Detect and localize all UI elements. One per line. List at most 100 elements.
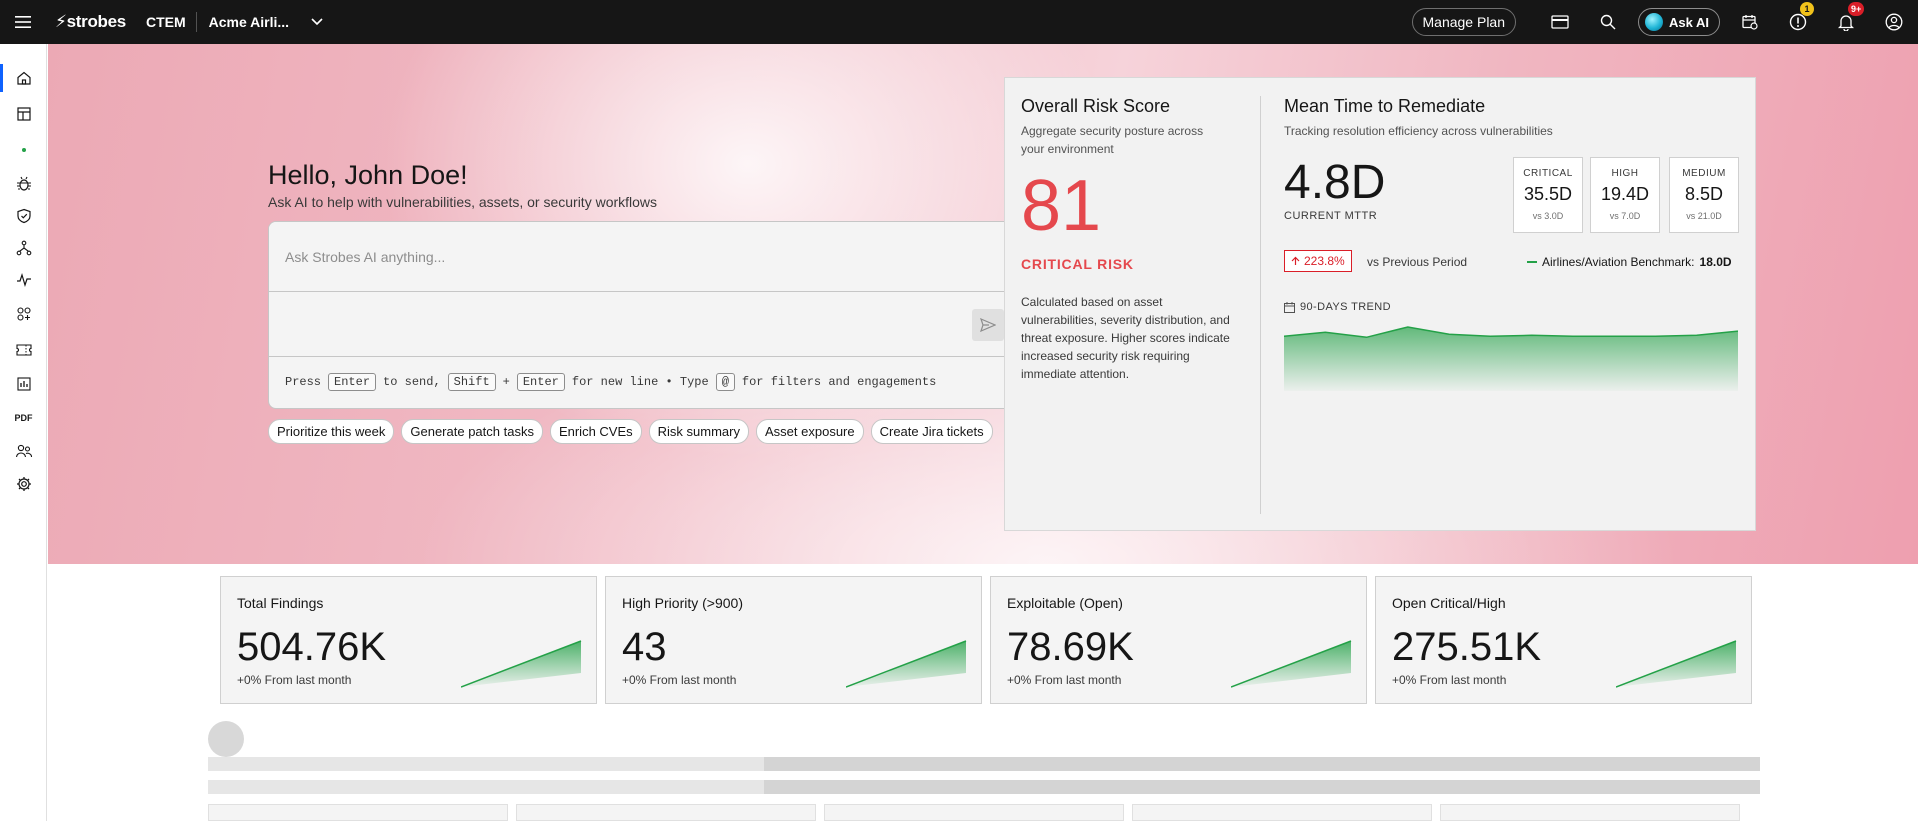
severity-card-critical: CRITICAL 35.5D vs 3.0D bbox=[1513, 157, 1583, 233]
mttr-title: Mean Time to Remediate bbox=[1284, 96, 1486, 116]
ai-orb-icon bbox=[1645, 13, 1664, 31]
ask-ai-button[interactable]: Ask AI bbox=[1638, 8, 1720, 36]
severity-compare: vs 7.0D bbox=[1609, 211, 1641, 221]
skeleton-card bbox=[1132, 804, 1432, 821]
skeleton-card bbox=[208, 804, 508, 821]
benchmark: Airlines/Aviation Benchmark: 18.0D bbox=[1527, 255, 1732, 269]
ticket-icon bbox=[15, 344, 32, 356]
calendar-settings-icon[interactable] bbox=[1726, 0, 1774, 44]
suggestion-chip[interactable]: Enrich CVEs bbox=[549, 419, 642, 444]
alert-badge: 1 bbox=[1800, 2, 1814, 16]
sidebar-item-integrations[interactable] bbox=[0, 300, 47, 328]
sidebar-item-home[interactable] bbox=[0, 64, 47, 92]
send-button[interactable] bbox=[972, 309, 1004, 341]
sidebar-item-assets[interactable] bbox=[0, 234, 47, 262]
greeting-title: Hello, John Doe! bbox=[268, 160, 468, 190]
stat-delta: +0% From last month bbox=[1392, 673, 1507, 687]
activity-icon bbox=[16, 273, 31, 287]
hint-text: + bbox=[502, 375, 510, 389]
product-name[interactable]: CTEM bbox=[146, 14, 186, 30]
trend-line bbox=[1284, 326, 1738, 339]
suggestion-chip[interactable]: Risk summary bbox=[648, 419, 749, 444]
risk-score-title: Overall Risk Score bbox=[1021, 96, 1171, 116]
stat-card-exploitable[interactable]: Exploitable (Open) 78.69K +0% From last … bbox=[990, 576, 1367, 704]
user-avatar-icon[interactable] bbox=[1870, 0, 1918, 44]
billing-card-icon[interactable] bbox=[1536, 0, 1584, 44]
sidebar-item-activity[interactable] bbox=[0, 266, 47, 294]
kbd-at: @ bbox=[715, 373, 735, 391]
stat-value: 43 bbox=[622, 625, 667, 669]
sidebar-item-dashboard[interactable] bbox=[0, 100, 47, 128]
users-icon bbox=[15, 444, 32, 458]
manage-plan-button[interactable]: Manage Plan bbox=[1411, 8, 1517, 36]
mttr-label: CURRENT MTTR bbox=[1284, 210, 1378, 222]
stat-title: High Priority (>900) bbox=[622, 595, 743, 611]
kbd-enter: Enter bbox=[328, 373, 377, 391]
prompt-input-area[interactable] bbox=[269, 292, 1020, 357]
header-actions: Manage Plan Ask AI 1 9+ bbox=[1411, 0, 1918, 44]
chevron-down-icon[interactable] bbox=[311, 18, 323, 26]
brand-logo[interactable]: ⚡strobes bbox=[55, 12, 126, 32]
sidebar-item-pdf[interactable]: PDF bbox=[0, 404, 47, 432]
suggestion-chip[interactable]: Prioritize this week bbox=[268, 419, 395, 444]
sidebar-item-reports[interactable] bbox=[0, 370, 47, 398]
sidebar: PDF bbox=[0, 44, 47, 821]
report-icon bbox=[16, 377, 31, 391]
panel-divider bbox=[1260, 96, 1261, 514]
risk-level: CRITICAL RISK bbox=[1021, 256, 1134, 272]
search-icon[interactable] bbox=[1584, 0, 1632, 44]
skeleton-bar bbox=[208, 757, 764, 771]
alert-icon[interactable]: 1 bbox=[1774, 0, 1822, 44]
sidebar-item-vulnerabilities[interactable] bbox=[0, 170, 47, 198]
greeting-subtitle: Ask AI to help with vulnerabilities, ass… bbox=[268, 194, 658, 210]
dashboard-icon bbox=[16, 107, 31, 121]
mttr-trend-chart bbox=[1284, 326, 1738, 391]
sidebar-item-compliance[interactable] bbox=[0, 202, 47, 230]
sidebar-item-settings[interactable] bbox=[0, 470, 47, 498]
suggestion-chip[interactable]: Asset exposure bbox=[756, 419, 864, 444]
suggestion-chip[interactable]: Generate patch tasks bbox=[401, 419, 543, 444]
stat-title: Exploitable (Open) bbox=[1007, 595, 1123, 611]
skeleton-bar bbox=[764, 757, 1760, 771]
sidebar-item-status[interactable] bbox=[0, 136, 47, 164]
kbd-enter: Enter bbox=[516, 373, 565, 391]
ai-prompt-input[interactable] bbox=[269, 222, 1020, 292]
severity-compare: vs 3.0D bbox=[1532, 211, 1564, 221]
ask-ai-label: Ask AI bbox=[1669, 14, 1709, 30]
home-icon bbox=[16, 71, 31, 85]
severity-name: CRITICAL bbox=[1523, 168, 1573, 179]
notification-badge: 9+ bbox=[1848, 2, 1865, 16]
shield-check-icon bbox=[16, 208, 31, 224]
benchmark-legend-line bbox=[1527, 261, 1537, 263]
stat-sparkline bbox=[1231, 640, 1352, 688]
mttr-delta-badge: 223.8% bbox=[1284, 250, 1352, 272]
stat-card-high-priority[interactable]: High Priority (>900) 43 +0% From last mo… bbox=[605, 576, 982, 704]
trend-label: 90-DAYS TREND bbox=[1284, 301, 1391, 313]
org-selector-label[interactable]: Acme Airli... bbox=[209, 14, 289, 30]
sidebar-item-tickets[interactable] bbox=[0, 336, 47, 364]
risk-description: Calculated based on asset vulnerabilitie… bbox=[1021, 295, 1230, 381]
stat-value: 78.69K bbox=[1007, 625, 1134, 669]
trend-label-text: 90-DAYS TREND bbox=[1300, 301, 1391, 313]
ai-prompt-box: Press Enter to send, Shift + Enter for n… bbox=[268, 221, 1021, 409]
suggestion-chip[interactable]: Create Jira tickets bbox=[870, 419, 993, 444]
sidebar-item-users[interactable] bbox=[0, 437, 47, 465]
risk-score-subtitle: Aggregate security posture across your e… bbox=[1021, 122, 1203, 158]
severity-value: 19.4D bbox=[1600, 184, 1650, 204]
hint-text: to send, bbox=[383, 375, 441, 389]
skeleton-bar bbox=[208, 780, 764, 794]
suggestion-chips: Prioritize this week Generate patch task… bbox=[268, 419, 993, 444]
notification-bell-icon[interactable]: 9+ bbox=[1822, 0, 1870, 44]
stat-value: 275.51K bbox=[1392, 625, 1542, 669]
hero-section: Hello, John Doe! Ask AI to help with vul… bbox=[48, 44, 1918, 564]
stat-sparkline bbox=[1616, 640, 1737, 688]
severity-compare: vs 21.0D bbox=[1686, 211, 1722, 221]
stat-card-open-critical-high[interactable]: Open Critical/High 275.51K +0% From last… bbox=[1375, 576, 1752, 704]
hamburger-menu-icon[interactable] bbox=[0, 0, 46, 44]
stat-value: 504.76K bbox=[237, 625, 387, 669]
stat-card-total-findings[interactable]: Total Findings 504.76K +0% From last mon… bbox=[220, 576, 597, 704]
bug-icon bbox=[16, 176, 31, 191]
stat-delta: +0% From last month bbox=[622, 673, 737, 687]
stat-sparkline bbox=[461, 640, 582, 688]
send-icon bbox=[980, 318, 996, 332]
